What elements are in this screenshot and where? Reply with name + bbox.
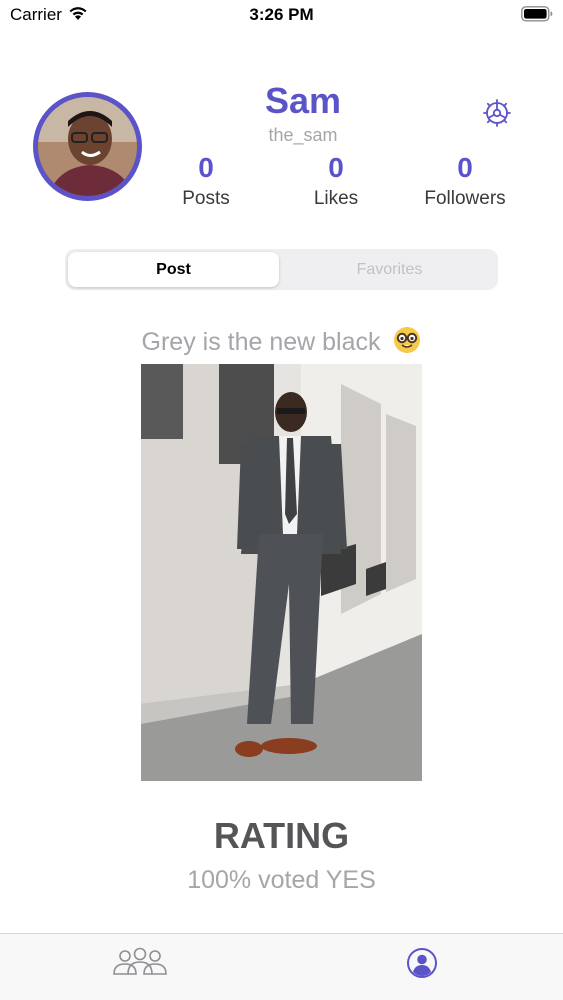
segment-post[interactable]: Post: [68, 252, 279, 287]
stat-value: 0: [457, 152, 473, 183]
profile-name: Sam: [264, 80, 342, 121]
stat-label: Likes: [313, 188, 359, 209]
status-bar: Carrier 3:26 PM: [0, 0, 563, 30]
post-image[interactable]: [141, 364, 422, 781]
stat-label: Followers: [424, 188, 506, 209]
segmented-control: Post Favorites: [65, 249, 498, 290]
avatar[interactable]: [33, 92, 142, 201]
stat-posts[interactable]: 0 Posts: [141, 152, 271, 210]
stat-likes[interactable]: 0 Likes: [271, 152, 401, 210]
post-caption: Grey is the new black: [0, 326, 563, 357]
stat-value: 0: [328, 152, 344, 183]
people-icon[interactable]: [111, 947, 169, 977]
post-photo: [141, 364, 422, 781]
profile-handle: the_sam: [268, 125, 338, 145]
battery-icon: [521, 6, 553, 22]
segment-favorites[interactable]: Favorites: [284, 252, 495, 287]
tab-bar: [0, 933, 563, 1000]
profile-icon[interactable]: [406, 947, 438, 979]
stat-value: 0: [198, 152, 214, 183]
settings-gear-icon[interactable]: [482, 98, 512, 128]
status-time: 3:26 PM: [249, 5, 314, 24]
stat-label: Posts: [182, 188, 230, 209]
avatar-photo: [38, 97, 137, 196]
rating-title: RATING: [213, 815, 350, 856]
rating-result: 100% voted YES: [187, 866, 376, 894]
nerd-face-icon: [394, 327, 421, 353]
stat-followers[interactable]: 0 Followers: [400, 152, 530, 210]
post-caption-text: Grey is the new black: [141, 328, 381, 356]
